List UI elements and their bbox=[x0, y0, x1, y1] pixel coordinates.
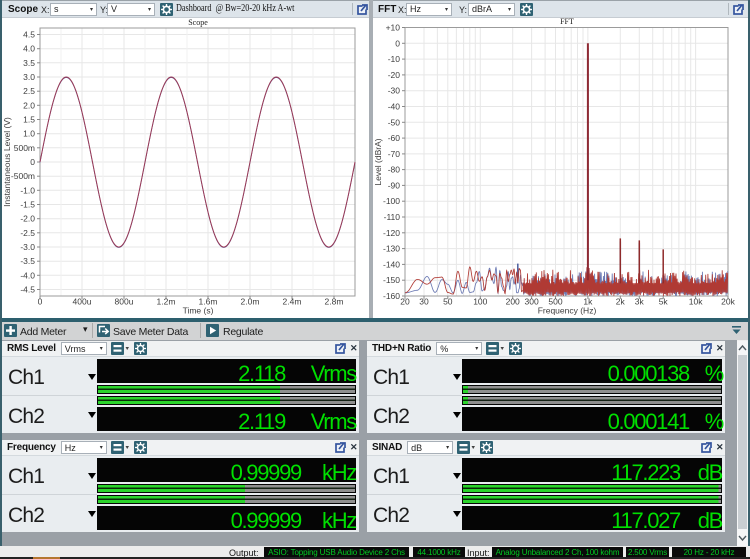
svg-text:-120: -120 bbox=[383, 228, 400, 238]
svg-text:3k: 3k bbox=[635, 297, 645, 307]
svg-text:30: 30 bbox=[419, 297, 429, 307]
svg-text:Time (s): Time (s) bbox=[183, 306, 214, 316]
svg-text:4.5: 4.5 bbox=[23, 30, 35, 40]
svg-text:-30: -30 bbox=[388, 86, 401, 96]
svg-text:400u: 400u bbox=[73, 297, 92, 307]
svg-text:-140: -140 bbox=[383, 259, 400, 269]
svg-text:-160: -160 bbox=[383, 291, 400, 301]
svg-text:-10: -10 bbox=[388, 54, 401, 64]
svg-text:-3.5: -3.5 bbox=[20, 256, 35, 266]
svg-text:-1.0: -1.0 bbox=[20, 185, 35, 195]
svg-text:2.4m: 2.4m bbox=[283, 297, 302, 307]
svg-text:0: 0 bbox=[395, 38, 400, 48]
svg-text:2.8m: 2.8m bbox=[325, 297, 344, 307]
svg-text:-70: -70 bbox=[388, 149, 401, 159]
svg-text:20k: 20k bbox=[721, 297, 735, 307]
svg-text:3.0: 3.0 bbox=[23, 72, 35, 82]
svg-text:Level (dBrA): Level (dBrA) bbox=[373, 138, 383, 185]
svg-text:-2.5: -2.5 bbox=[20, 228, 35, 238]
svg-text:-4.0: -4.0 bbox=[20, 270, 35, 280]
svg-text:-150: -150 bbox=[383, 275, 400, 285]
svg-text:Instantaneous Level (V): Instantaneous Level (V) bbox=[2, 117, 12, 207]
svg-text:-50: -50 bbox=[388, 117, 401, 127]
svg-text:0: 0 bbox=[30, 157, 35, 167]
svg-text:10k: 10k bbox=[689, 297, 703, 307]
svg-text:2.0: 2.0 bbox=[23, 100, 35, 110]
svg-text:-2.0: -2.0 bbox=[20, 214, 35, 224]
svg-text:200: 200 bbox=[506, 297, 520, 307]
svg-text:2.0m: 2.0m bbox=[241, 297, 260, 307]
svg-text:50: 50 bbox=[443, 297, 453, 307]
svg-text:-90: -90 bbox=[388, 180, 401, 190]
svg-text:1.2m: 1.2m bbox=[157, 297, 176, 307]
svg-text:1.0: 1.0 bbox=[23, 129, 35, 139]
svg-text:-4.5: -4.5 bbox=[20, 285, 35, 295]
svg-text:3.5: 3.5 bbox=[23, 58, 35, 68]
svg-text:Frequency (Hz): Frequency (Hz) bbox=[538, 306, 597, 316]
svg-text:800u: 800u bbox=[115, 297, 134, 307]
svg-text:-80: -80 bbox=[388, 165, 401, 175]
svg-text:-130: -130 bbox=[383, 244, 400, 254]
svg-text:+10: +10 bbox=[386, 23, 401, 33]
svg-text:Scope: Scope bbox=[188, 18, 208, 27]
svg-text:-60: -60 bbox=[388, 133, 401, 143]
svg-text:5k: 5k bbox=[659, 297, 669, 307]
svg-text:FFT: FFT bbox=[560, 18, 574, 26]
svg-text:-110: -110 bbox=[384, 212, 401, 222]
svg-text:-100: -100 bbox=[383, 196, 400, 206]
svg-text:0: 0 bbox=[38, 297, 43, 307]
svg-text:2k: 2k bbox=[616, 297, 626, 307]
svg-text:-20: -20 bbox=[388, 70, 401, 80]
svg-text:-40: -40 bbox=[388, 102, 401, 112]
svg-text:500m: 500m bbox=[14, 143, 35, 153]
svg-text:-500m: -500m bbox=[11, 171, 35, 181]
svg-text:100: 100 bbox=[473, 297, 487, 307]
svg-text:-1.5: -1.5 bbox=[20, 200, 35, 210]
svg-text:2.5: 2.5 bbox=[23, 86, 35, 96]
svg-text:-3.0: -3.0 bbox=[20, 242, 35, 252]
svg-text:1.5: 1.5 bbox=[23, 115, 35, 125]
svg-text:4.0: 4.0 bbox=[23, 44, 35, 54]
svg-text:20: 20 bbox=[400, 297, 410, 307]
